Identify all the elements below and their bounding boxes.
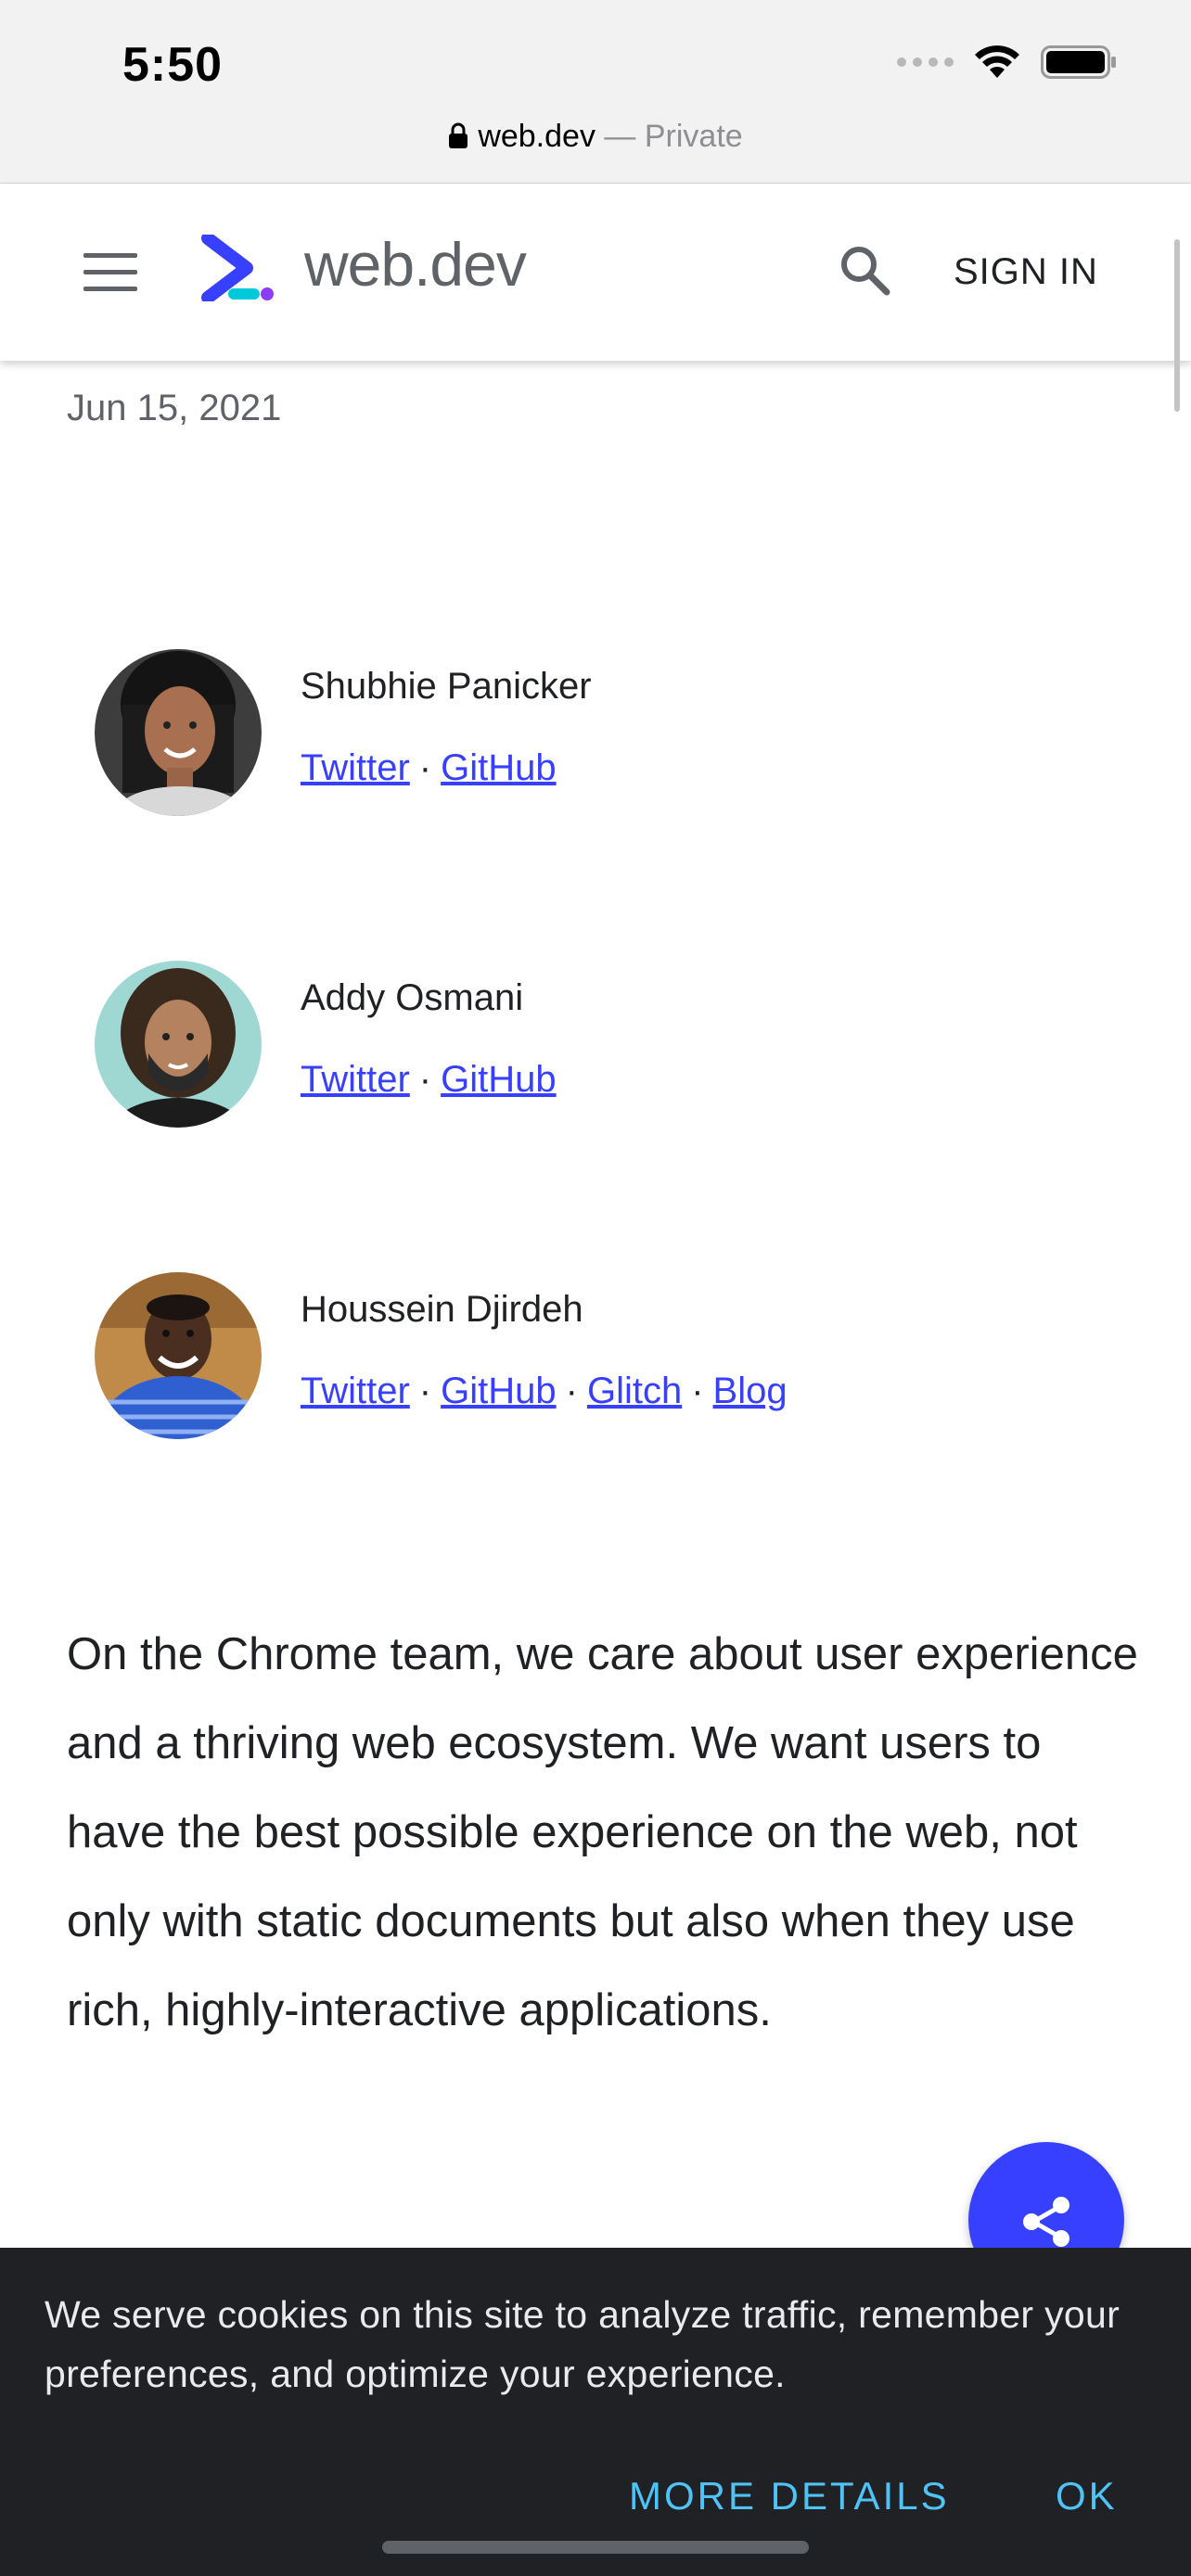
author-avatar bbox=[95, 649, 262, 816]
author-name: Addy Osmani bbox=[301, 977, 524, 1018]
article-date: Jun 15, 2021 bbox=[67, 388, 282, 428]
browser-top-bar: 5:50 web.dev — Private bbox=[0, 0, 1191, 184]
status-time: 5:50 bbox=[122, 38, 224, 92]
twitter-link[interactable]: Twitter bbox=[301, 1059, 410, 1100]
github-link[interactable]: GitHub bbox=[441, 747, 557, 788]
home-indicator[interactable] bbox=[382, 2541, 809, 2554]
author-card: Houssein Djirdeh Twitter · GitHub · Glitch · B… bbox=[95, 1272, 1115, 1439]
ok-button[interactable]: OK bbox=[1056, 2474, 1118, 2519]
article-intro-paragraph: On the Chrome team, we care about user e… bbox=[67, 1629, 1138, 2035]
url-bar[interactable]: web.dev — Private bbox=[0, 119, 1191, 158]
github-link[interactable]: GitHub bbox=[441, 1371, 557, 1411]
cellular-signal-icon bbox=[897, 57, 954, 67]
site-header: web.dev SIGN IN bbox=[0, 185, 1191, 361]
author-links: Twitter · GitHub bbox=[301, 747, 557, 789]
lock-icon bbox=[448, 121, 468, 158]
url-private-label: Private bbox=[644, 119, 743, 154]
blog-link[interactable]: Blog bbox=[713, 1371, 788, 1411]
glitch-link[interactable]: Glitch bbox=[587, 1371, 682, 1411]
twitter-link[interactable]: Twitter bbox=[301, 1371, 410, 1411]
logo-text[interactable]: web.dev bbox=[304, 229, 527, 300]
cookie-banner: We serve cookies on this site to analyze… bbox=[0, 2248, 1191, 2576]
author-links: Twitter · GitHub · Glitch · Blog bbox=[301, 1371, 788, 1412]
hamburger-menu-icon[interactable] bbox=[83, 253, 137, 292]
wifi-icon bbox=[974, 45, 1020, 80]
author-name: Shubhie Panicker bbox=[301, 666, 592, 707]
author-card: Addy Osmani Twitter · GitHub bbox=[95, 961, 1115, 1128]
more-details-button[interactable]: MORE DETAILS bbox=[629, 2474, 950, 2519]
url-domain: web.dev bbox=[478, 119, 596, 154]
link-separator: · bbox=[418, 1371, 432, 1411]
status-icons bbox=[897, 45, 1117, 80]
share-icon bbox=[1023, 2197, 1069, 2247]
link-separator: · bbox=[418, 1059, 432, 1100]
sign-in-button[interactable]: SIGN IN bbox=[954, 251, 1098, 293]
url-separator: — bbox=[595, 119, 645, 154]
cookie-message: We serve cookies on this site to analyze… bbox=[45, 2293, 1121, 2395]
author-links: Twitter · GitHub bbox=[301, 1059, 557, 1101]
author-avatar bbox=[95, 1272, 262, 1439]
github-link[interactable]: GitHub bbox=[441, 1059, 557, 1100]
author-card: Shubhie Panicker Twitter · GitHub bbox=[95, 649, 1115, 816]
link-separator: · bbox=[418, 747, 432, 788]
link-separator: · bbox=[565, 1371, 578, 1411]
scrollbar-thumb[interactable] bbox=[1174, 239, 1180, 412]
search-icon[interactable] bbox=[837, 242, 892, 302]
author-avatar bbox=[95, 961, 262, 1128]
twitter-link[interactable]: Twitter bbox=[301, 747, 410, 788]
author-name: Houssein Djirdeh bbox=[301, 1289, 583, 1330]
page: 5:50 web.dev — Private web.dev SIGN IN J… bbox=[0, 0, 1191, 2576]
web-dev-logo-icon[interactable] bbox=[200, 232, 278, 306]
link-separator: · bbox=[691, 1371, 704, 1411]
battery-icon bbox=[1041, 45, 1117, 79]
